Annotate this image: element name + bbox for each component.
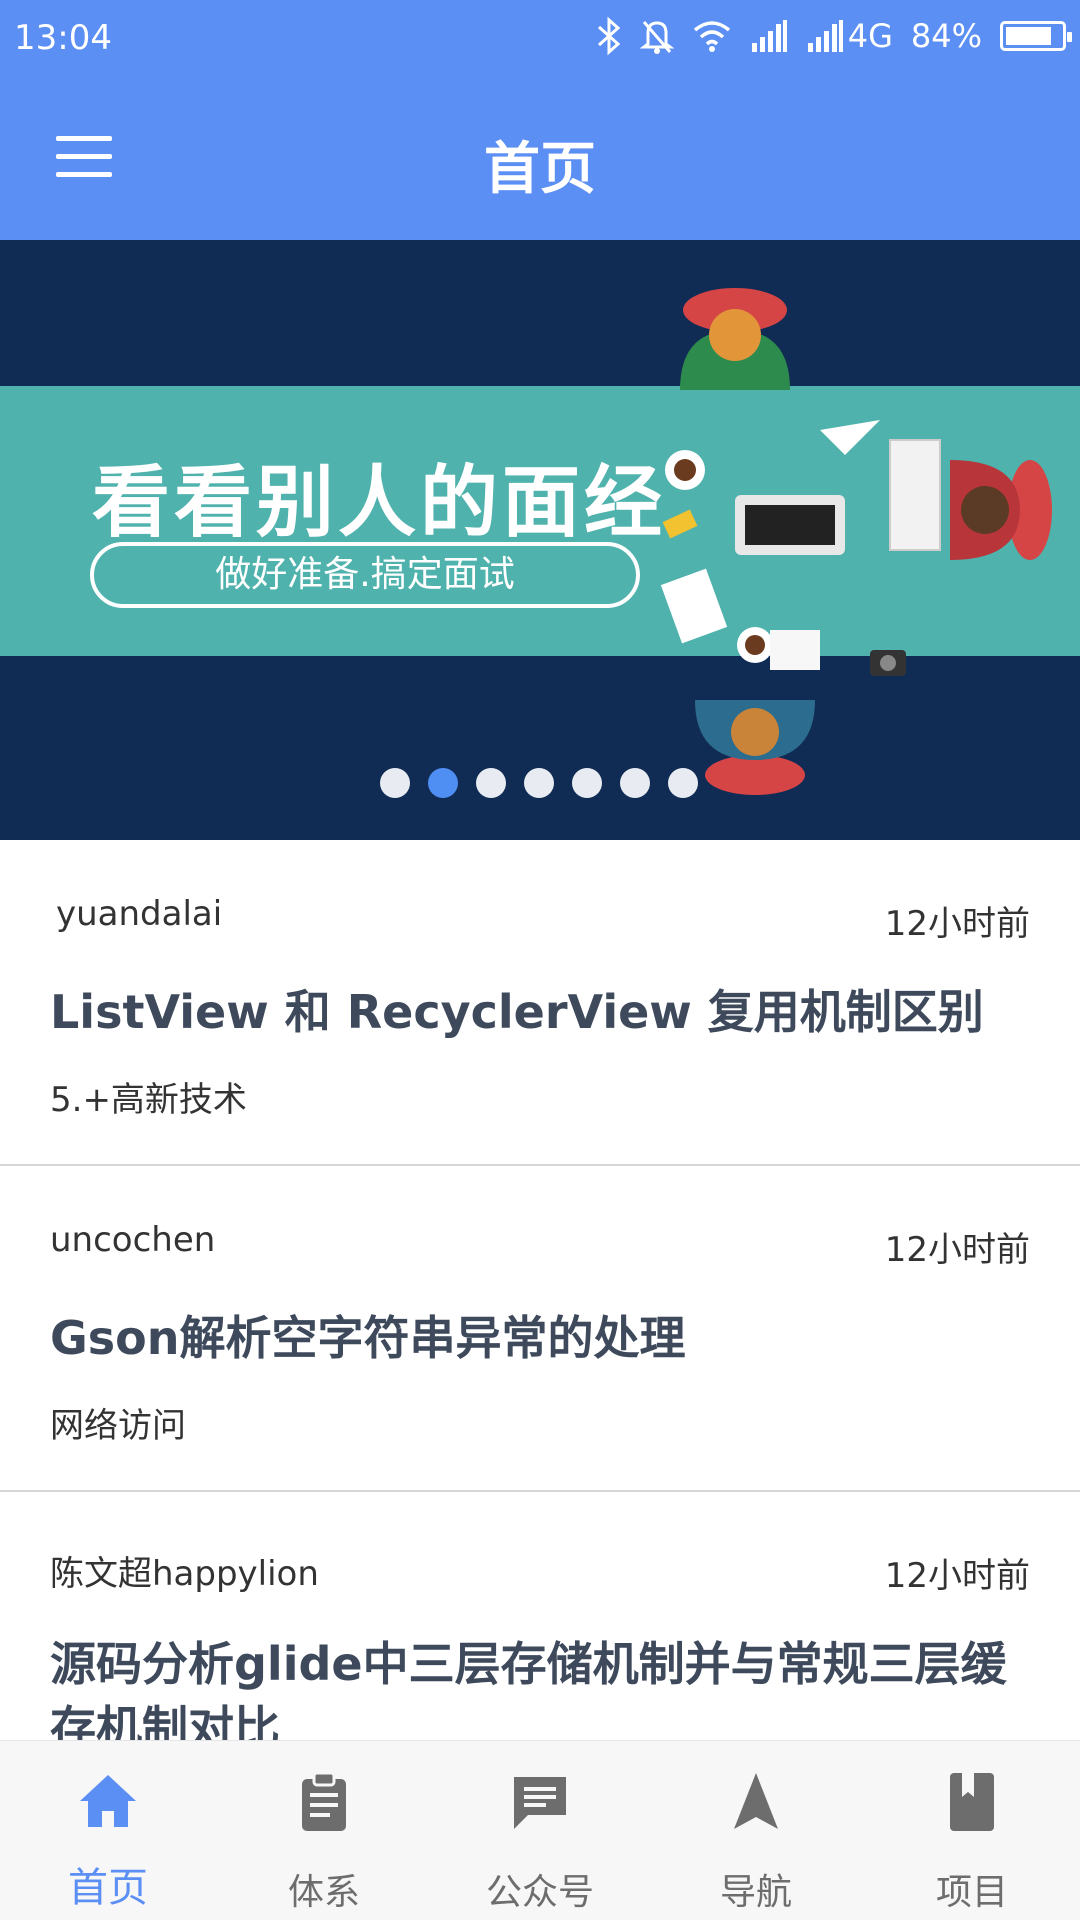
bookmark-book-icon (950, 1773, 994, 1831)
nav-label: 公众号 (485, 1872, 594, 1913)
wifi-icon (692, 16, 732, 56)
banner-illustration (660, 288, 1052, 795)
battery-icon (1000, 21, 1072, 51)
status-bar: 13:04 4G 84% (0, 0, 1080, 80)
carousel-dot[interactable] (380, 768, 410, 798)
carousel-dot[interactable] (476, 768, 506, 798)
article-list: yuandalai 12小时前 ListView 和 RecyclerView … (0, 840, 1080, 1818)
nav-label: 项目 (935, 1872, 1008, 1913)
article-author: 陈文超happylion (50, 1554, 319, 1594)
nav-item-home[interactable]: 首页 (0, 1741, 216, 1920)
signal-icon (750, 16, 788, 56)
article-tag[interactable]: 网络访问 (50, 1398, 186, 1447)
carousel-indicators (380, 768, 698, 798)
chat-icon (514, 1777, 566, 1829)
article-author: yuandalai (56, 894, 223, 934)
app-bar: 首页 (0, 80, 1080, 240)
article-title: ListView 和 RecyclerView 复用机制区别 (50, 985, 984, 1039)
carousel-dot[interactable] (524, 768, 554, 798)
status-icons: 4G 84% (596, 16, 1072, 56)
article-author: uncochen (50, 1220, 216, 1260)
banner-carousel[interactable]: 看看别人的面经 做好准备.搞定面试 (0, 240, 1080, 840)
carousel-dot[interactable] (572, 768, 602, 798)
battery-percent: 84% (910, 17, 982, 55)
nav-item-project[interactable]: 项目 (864, 1741, 1080, 1920)
page-title: 首页 (484, 137, 596, 202)
bell-off-icon (639, 16, 674, 56)
home-icon (80, 1775, 136, 1827)
article-title: Gson解析空字符串异常的处理 (50, 1311, 686, 1365)
banner-headline: 看看别人的面经 (92, 458, 667, 548)
bottom-navigation: 首页 体系 公众号 导航 项目 (0, 1740, 1080, 1920)
nav-item-navigation[interactable]: 导航 (648, 1741, 864, 1920)
status-time: 13:04 (14, 18, 112, 58)
banner-subtitle: 做好准备.搞定面试 (90, 542, 640, 608)
article-tag[interactable]: 5.+高新技术 (50, 1072, 247, 1121)
clipboard-icon (302, 1771, 346, 1831)
nav-label: 导航 (719, 1872, 792, 1913)
nav-label: 首页 (68, 1865, 148, 1911)
bluetooth-icon (596, 16, 622, 56)
article-time: 12小时前 (884, 904, 1030, 944)
article-time: 12小时前 (884, 1556, 1030, 1596)
nav-item-wechat[interactable]: 公众号 (432, 1741, 648, 1920)
list-item[interactable]: uncochen 12小时前 Gson解析空字符串异常的处理 网络访问 (0, 1166, 1080, 1492)
network-type: 4G (847, 17, 893, 55)
carousel-dot[interactable] (428, 768, 458, 798)
article-time: 12小时前 (884, 1230, 1030, 1270)
navigation-arrow-icon (734, 1773, 778, 1829)
list-item[interactable]: yuandalai 12小时前 ListView 和 RecyclerView … (0, 840, 1080, 1166)
signal-icon (806, 16, 844, 56)
nav-label: 体系 (287, 1872, 360, 1913)
nav-item-system[interactable]: 体系 (216, 1741, 432, 1920)
carousel-dot[interactable] (620, 768, 650, 798)
carousel-dot[interactable] (668, 768, 698, 798)
